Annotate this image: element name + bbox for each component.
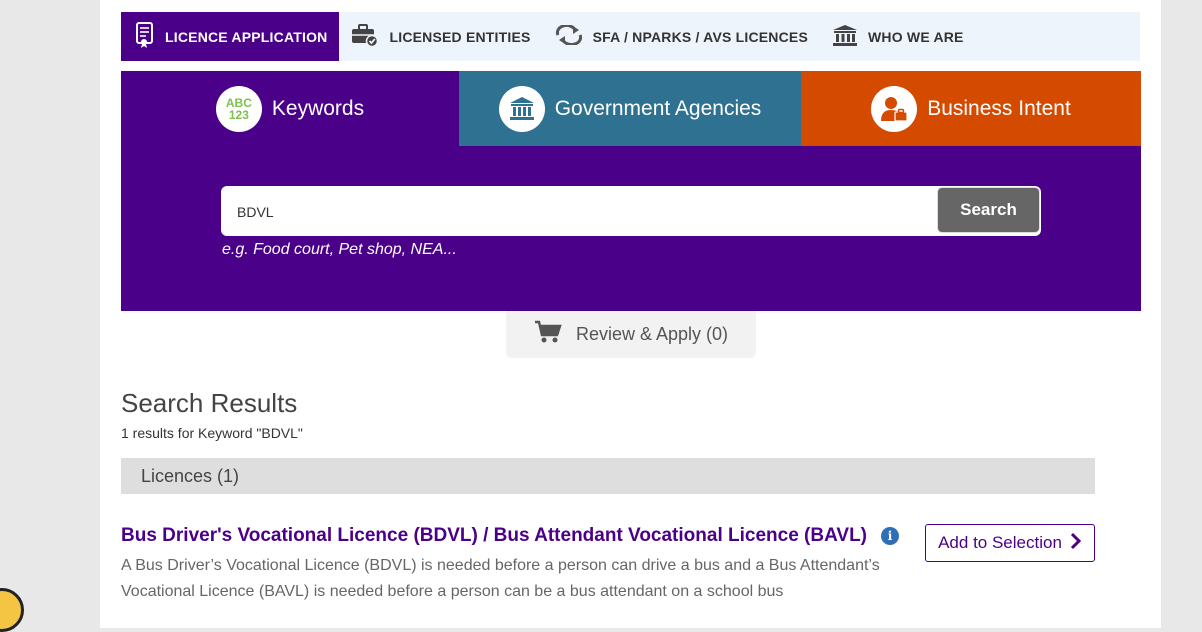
result-title-link[interactable]: Bus Driver's Vocational Licence (BDVL) /…	[121, 525, 900, 547]
nav-label: SFA / NPARKS / AVS LICENCES	[592, 28, 809, 45]
result-description: A Bus Driver’s Vocational Licence (BDVL)…	[121, 557, 880, 600]
search-panel: ABC 123 Keywords Government Agencies Bus…	[121, 71, 1141, 311]
results-title: Search Results	[121, 388, 298, 418]
abc-123-icon: ABC 123	[215, 85, 262, 132]
search-button[interactable]: Search	[937, 187, 1040, 233]
tab-business-intent[interactable]: Business Intent	[801, 71, 1141, 146]
cart-icon	[534, 320, 576, 349]
page: LICENCE APPLICATION LICENSED ENTITIES SF…	[100, 0, 1161, 628]
tab-government-agencies[interactable]: Government Agencies	[459, 71, 801, 146]
refresh-arrows-icon	[555, 23, 593, 48]
review-apply-button[interactable]: Review & Apply (0)	[506, 311, 756, 358]
building-icon	[498, 85, 545, 132]
add-to-selection-label: Add to Selection	[938, 533, 1062, 552]
briefcase-check-icon	[351, 23, 389, 50]
nav-who-we-are[interactable]: WHO WE ARE	[820, 12, 976, 61]
institution-icon	[832, 24, 868, 49]
top-nav: LICENCE APPLICATION LICENSED ENTITIES SF…	[121, 12, 1140, 61]
tab-label: Keywords	[271, 96, 365, 120]
search-box: Search	[221, 186, 1041, 238]
add-to-selection-button[interactable]: Add to Selection	[925, 524, 1095, 562]
numbers-icon-text: 123	[228, 107, 249, 122]
search-input[interactable]	[235, 186, 929, 238]
licences-group-header[interactable]: Licences (1)	[121, 458, 1095, 494]
chevron-right-icon	[1062, 532, 1082, 555]
search-tabs: ABC 123 Keywords Government Agencies Bus…	[121, 71, 1141, 146]
tab-label: Business Intent	[927, 96, 1071, 120]
tab-keywords[interactable]: ABC 123 Keywords	[121, 71, 459, 146]
nav-sfa-nparks-avs[interactable]: SFA / NPARKS / AVS LICENCES	[543, 12, 820, 61]
review-apply-label: Review & Apply (0)	[575, 324, 729, 344]
info-icon[interactable]: i	[881, 527, 900, 545]
businessman-icon	[871, 85, 918, 132]
chat-widget-icon[interactable]	[0, 588, 24, 632]
nav-licensed-entities[interactable]: LICENSED ENTITIES	[339, 12, 542, 61]
tab-label: Government Agencies	[554, 96, 762, 120]
licences-group-label: Licences (1)	[141, 465, 240, 486]
nav-licence-application[interactable]: LICENCE APPLICATION	[121, 12, 340, 61]
certificate-icon	[135, 22, 165, 51]
nav-label: WHO WE ARE	[868, 28, 964, 45]
nav-label: LICENCE APPLICATION	[165, 28, 328, 45]
nav-label: LICENSED ENTITIES	[389, 28, 531, 45]
results-count: 1 results for Keyword "BDVL"	[121, 425, 303, 441]
search-hint: e.g. Food court, Pet shop, NEA...	[222, 241, 457, 258]
result-title-text: Bus Driver's Vocational Licence (BDVL) /…	[121, 525, 868, 546]
